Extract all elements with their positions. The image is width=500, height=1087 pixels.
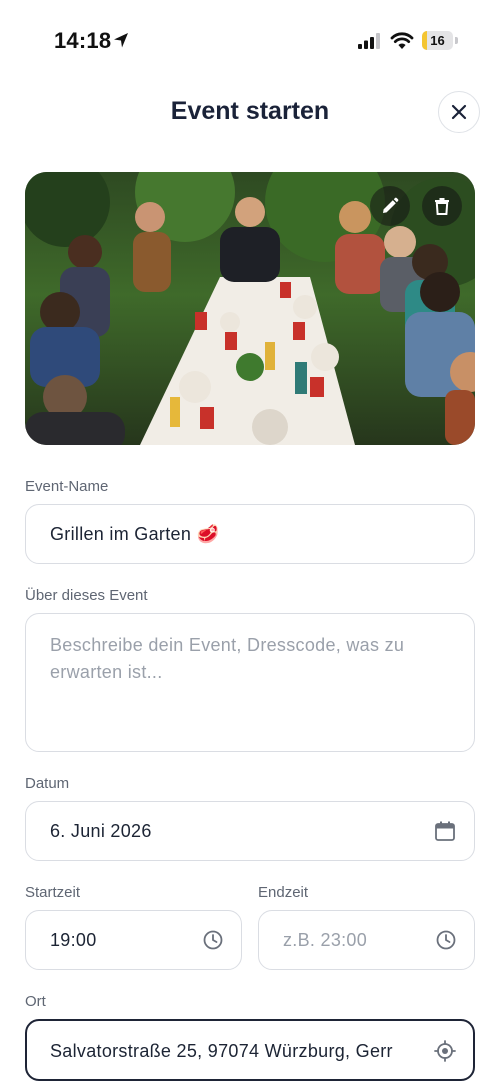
event-name-value: Grillen im Garten 🥩 (50, 524, 220, 544)
start-time-label: Startzeit (25, 884, 81, 901)
delete-image-button[interactable] (422, 186, 462, 226)
end-time-label: Endzeit (258, 884, 309, 901)
end-time-placeholder: z.B. 23:00 (283, 930, 368, 950)
event-name-field[interactable]: Grillen im Garten 🥩 (25, 504, 475, 564)
battery-icon: 16 (422, 31, 458, 50)
event-name-label: Event-Name (25, 478, 109, 495)
description-textarea[interactable]: Beschreibe dein Event, Dresscode, was zu… (25, 613, 475, 752)
location-label: Ort (25, 993, 46, 1010)
start-time-value: 19:00 (50, 930, 97, 950)
calendar-icon[interactable] (434, 820, 456, 842)
description-placeholder: Beschreibe dein Event, Dresscode, was zu… (50, 635, 405, 682)
page-title: Event starten (170, 97, 330, 125)
locate-icon[interactable] (434, 1040, 456, 1062)
trash-icon (435, 198, 449, 215)
start-time-field[interactable]: 19:00 (25, 910, 242, 970)
event-image[interactable] (25, 172, 475, 445)
edit-image-button[interactable] (370, 186, 410, 226)
date-field[interactable]: 6. Juni 2026 (25, 801, 475, 861)
cellular-signal-icon (358, 33, 380, 49)
location-field[interactable]: Salvatorstraße 25, 97074 Würzburg, Gerr (25, 1019, 475, 1081)
end-time-field[interactable]: z.B. 23:00 (258, 910, 475, 970)
close-icon (451, 104, 467, 120)
pencil-icon (383, 197, 399, 213)
location-value: Salvatorstraße 25, 97074 Würzburg, Gerr (50, 1041, 393, 1061)
location-arrow-icon (114, 33, 128, 48)
close-button[interactable] (438, 91, 480, 133)
description-label: Über dieses Event (25, 587, 148, 604)
status-time: 14:18 (54, 28, 112, 53)
clock-icon[interactable] (435, 929, 457, 951)
status-bar: 14:18 16 (0, 0, 500, 80)
battery-level: 16 (430, 33, 445, 48)
date-value: 6. Juni 2026 (50, 821, 152, 841)
wifi-icon (390, 32, 414, 49)
date-label: Datum (25, 775, 70, 792)
clock-icon[interactable] (202, 929, 224, 951)
